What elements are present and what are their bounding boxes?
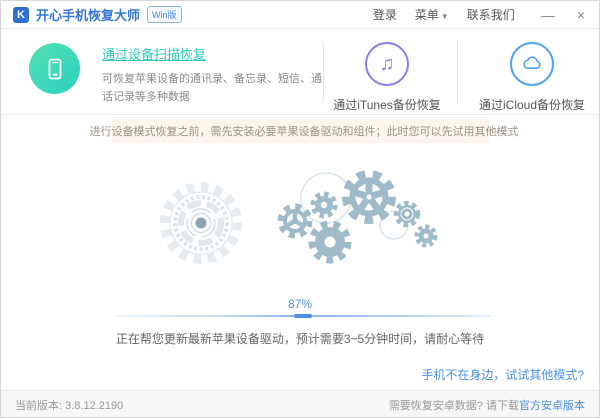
login-link[interactable]: 登录	[373, 6, 397, 23]
win-version-badge: Win版	[147, 6, 182, 23]
minimize-button[interactable]: —	[539, 8, 557, 22]
app-window: K 开心手机恢复大师 Win版 登录 菜单 ▼ 联系我们 — × 通过设备扫描恢复…	[0, 0, 600, 418]
app-title: 开心手机恢复大师	[36, 8, 141, 23]
itunes-mode-label: 通过iTunes备份恢复	[333, 98, 441, 112]
contact-us-link[interactable]: 联系我们	[467, 6, 515, 23]
progress-bar	[115, 314, 491, 318]
mode-itunes-backup[interactable]: ♫ 通过iTunes备份恢复	[331, 42, 443, 113]
device-scan-title[interactable]: 通过设备扫描恢复	[102, 44, 324, 63]
progress-status-text: 正在帮您更新最新苹果设备驱动，预计需要3~5分钟时间，请耐心等待	[115, 332, 485, 346]
cloud-icon	[510, 42, 554, 86]
menu-dropdown[interactable]: 菜单 ▼	[415, 6, 449, 23]
panel-divider	[457, 42, 458, 102]
menu-label: 菜单	[414, 8, 439, 22]
mode-icloud-backup[interactable]: 通过iCloud备份恢复	[476, 42, 588, 113]
chevron-down-icon: ▼	[440, 12, 449, 21]
mode-device-scan[interactable]: 通过设备扫描恢复 可恢复苹果设备的通讯录、备忘录、短信、通话记录等多种数据	[29, 41, 324, 106]
music-note-icon: ♫	[365, 42, 409, 86]
panel-divider	[323, 42, 324, 102]
smartphone-icon	[29, 43, 80, 94]
try-other-mode-link[interactable]: 手机不在身边，试试其他模式?	[421, 366, 584, 383]
titlebar: K 开心手机恢复大师 Win版 登录 菜单 ▼ 联系我们 — ×	[1, 1, 599, 29]
progress-marker	[294, 314, 312, 318]
close-button[interactable]: ×	[575, 8, 587, 22]
icloud-mode-label: 通过iCloud备份恢复	[478, 98, 586, 112]
app-logo-icon: K	[13, 6, 29, 23]
android-version-link[interactable]: 官方安卓版本	[519, 400, 585, 412]
device-scan-description: 可恢复苹果设备的通讯录、备忘录、短信、通话记录等多种数据	[102, 73, 322, 104]
driver-notice-bar: 进行设备模式恢复之前，需先安装必要苹果设备驱动和组件；此时您可以先试用其他模式	[90, 119, 519, 143]
android-prompt-label: 需要恢复安卓数据? 请下载	[388, 400, 519, 412]
solid-gear-cluster	[277, 170, 438, 264]
recovery-mode-panels: 通过设备扫描恢复 可恢复苹果设备的通讯录、备忘录、短信、通话记录等多种数据 ♫ …	[1, 29, 599, 115]
statusbar: 当前版本: 3.8.12.2190 需要恢复安卓数据? 请下载官方安卓版本	[1, 390, 599, 417]
notice-text: 进行设备模式恢复之前，需先安装必要苹果设备驱动和组件；此时您可以先试用其他模式	[89, 126, 519, 138]
progress-percent: 87%	[287, 297, 313, 311]
current-version-label: 当前版本: 3.8.12.2190	[15, 400, 124, 412]
outline-gear	[160, 182, 242, 264]
